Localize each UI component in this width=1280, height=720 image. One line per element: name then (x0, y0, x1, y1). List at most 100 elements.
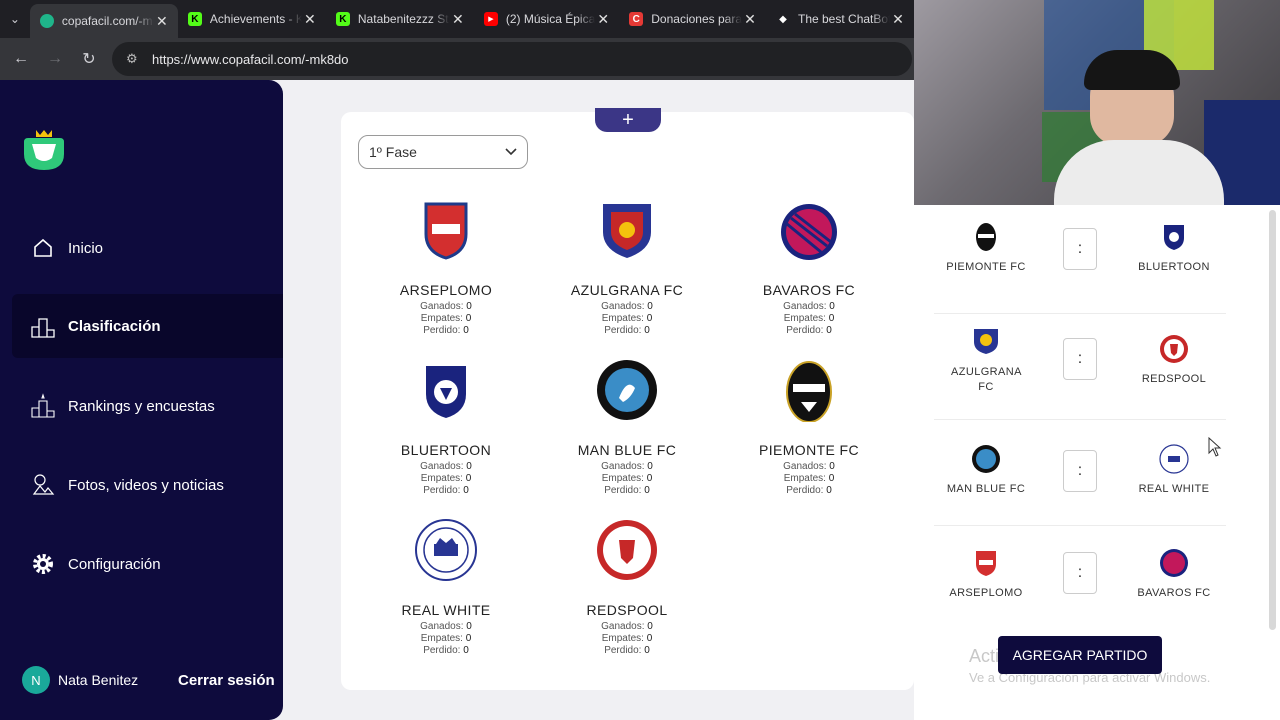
sidebar-item-clasificacion[interactable]: Clasificación (12, 294, 283, 358)
reload-icon[interactable]: ↻ (72, 42, 106, 76)
sidebar-item-label: Clasificación (68, 317, 161, 335)
tab-close-icon[interactable]: ✕ (450, 11, 466, 28)
team-name: REAL WHITE (401, 602, 491, 618)
sidebar-item-label: Inicio (68, 239, 104, 257)
away-team-name: REDSPOOL (1141, 373, 1207, 385)
redspool-crest-icon (1160, 335, 1188, 363)
real-white-crest-icon (415, 519, 477, 581)
arseplomo-crest-icon (424, 202, 468, 260)
team-card[interactable]: REDSPOOL Ganados: 0 Empates: 0 Perdido: … (542, 518, 712, 657)
team-name: ARSEPLOMO (399, 282, 493, 298)
team-card[interactable]: PIEMONTE FC Ganados: 0 Empates: 0 Perdid… (724, 358, 894, 497)
team-stats: Ganados: 0 Empates: 0 Perdido: 0 (783, 461, 835, 496)
tab-title: Achievements - Kick (209, 12, 302, 26)
browser-tab[interactable]: K Achievements - Kick ✕ (178, 0, 326, 38)
chevron-down-icon (505, 148, 517, 156)
user-name: Nata Benitez (58, 672, 139, 688)
youtube-favicon-icon: ▶ (483, 12, 498, 26)
address-bar[interactable]: ⚙ https://www.copafacil.com/-mk8do (112, 42, 912, 76)
home-icon (30, 235, 56, 261)
tab-close-icon[interactable]: ✕ (890, 11, 906, 28)
match-row[interactable]: PIEMONTE FC : BLUERTOON (934, 210, 1226, 314)
away-team-name: BAVAROS FC (1137, 587, 1211, 599)
browser-tab[interactable]: ▶ (2) Música Épica ✕ (474, 0, 619, 38)
team-name: AZULGRANA FC (570, 282, 684, 298)
phase-select[interactable]: 1º Fase (358, 135, 528, 169)
home-team-name: AZULGRANA FC (951, 366, 1022, 393)
team-card[interactable]: REAL WHITE Ganados: 0 Empates: 0 Perdido… (361, 518, 531, 657)
tab-title: Natabenitezzz Stream (357, 12, 450, 26)
match-row[interactable]: MAN BLUE FC : REAL WHITE (934, 422, 1226, 526)
tab-title: The best ChatBot (798, 12, 890, 26)
add-button[interactable]: + (595, 108, 661, 132)
team-name: BAVAROS FC (762, 282, 856, 298)
team-card[interactable]: MAN BLUE FC Ganados: 0 Empates: 0 Perdid… (542, 358, 712, 497)
copafacil-favicon-icon (39, 14, 54, 28)
score-box[interactable]: : (1063, 450, 1097, 492)
team-name: MAN BLUE FC (577, 442, 677, 458)
arseplomo-crest-icon (976, 551, 996, 576)
match-row[interactable]: ARSEPLOMO : BAVAROS FC (934, 528, 1226, 632)
score-box[interactable]: : (1063, 228, 1097, 270)
tab-close-icon[interactable]: ✕ (742, 11, 758, 28)
sidebar-item-label: Configuración (68, 555, 161, 573)
gear-icon (30, 551, 56, 577)
browser-tab[interactable]: copafacil.com/-mk8do ✕ (29, 4, 178, 38)
piemonte-crest-icon (786, 361, 832, 423)
sidebar-item-rankings[interactable]: Rankings y encuestas (12, 374, 283, 438)
home-team: AZULGRANA FC (936, 326, 1036, 395)
browser-toolbar: ← → ↻ ⚙ https://www.copafacil.com/-mk8do (0, 38, 914, 80)
team-card[interactable]: AZULGRANA FC Ganados: 0 Empates: 0 Perdi… (542, 198, 712, 337)
webcam-person-hair (1084, 50, 1180, 90)
away-team: BAVAROS FC (1124, 548, 1224, 599)
tab-title: Donaciones para (651, 12, 742, 26)
team-name: PIEMONTE FC (758, 442, 860, 458)
bavaros-crest-icon (781, 204, 837, 260)
team-card[interactable]: ARSEPLOMO Ganados: 0 Empates: 0 Perdido:… (361, 198, 531, 337)
media-icon (30, 472, 56, 498)
logout-button[interactable]: Cerrar sesión (178, 672, 275, 689)
team-stats: Ganados: 0 Empates: 0 Perdido: 0 (601, 301, 653, 336)
tab-close-icon[interactable]: ✕ (302, 11, 318, 28)
user-profile[interactable]: N Nata Benitez (22, 666, 138, 694)
away-team: BLUERTOON (1124, 222, 1224, 273)
home-team-name: MAN BLUE FC (946, 483, 1026, 495)
score-box[interactable]: : (1063, 338, 1097, 380)
site-settings-icon[interactable]: ⚙ (126, 51, 142, 67)
webcam-overlay (914, 0, 1280, 205)
home-team: MAN BLUE FC (936, 444, 1036, 495)
sidebar: Inicio Clasificación Rankings y encuesta… (0, 80, 283, 720)
sidebar-item-label: Rankings y encuestas (68, 397, 215, 415)
browser-tab[interactable]: C Donaciones para ✕ (619, 0, 766, 38)
bavaros-crest-icon (1160, 549, 1188, 577)
tab-title: copafacil.com/-mk8do (61, 14, 154, 28)
redspool-crest-icon (597, 520, 657, 580)
browser-tab[interactable]: ◆ The best ChatBot ✕ (766, 0, 914, 38)
team-name: BLUERTOON (400, 442, 492, 458)
score-box[interactable]: : (1063, 552, 1097, 594)
team-card[interactable]: BAVAROS FC Ganados: 0 Empates: 0 Perdido… (724, 198, 894, 337)
team-stats: Ganados: 0 Empates: 0 Perdido: 0 (783, 301, 835, 336)
team-stats: Ganados: 0 Empates: 0 Perdido: 0 (420, 461, 472, 496)
sidebar-item-fotos[interactable]: Fotos, videos y noticias (12, 453, 283, 517)
scrollbar[interactable] (1269, 210, 1276, 630)
browser-tab-bar: ⌄ copafacil.com/-mk8do ✕ K Achievements … (0, 0, 914, 38)
webcam-person-shirt (1054, 140, 1224, 205)
forward-arrow-icon[interactable]: → (38, 42, 72, 76)
back-arrow-icon[interactable]: ← (4, 42, 38, 76)
avatar: N (22, 666, 50, 694)
real-white-crest-icon (1159, 444, 1189, 474)
sidebar-item-inicio[interactable]: Inicio (12, 216, 283, 280)
match-row[interactable]: AZULGRANA FC : REDSPOOL (934, 316, 1226, 420)
kick-favicon-icon: K (335, 12, 350, 26)
add-match-button[interactable]: AGREGAR PARTIDO (998, 636, 1162, 674)
team-stats: Ganados: 0 Empates: 0 Perdido: 0 (601, 461, 653, 496)
chatbot-favicon-icon: ◆ (779, 13, 787, 25)
tab-search-icon[interactable]: ⌄ (0, 0, 30, 38)
team-card[interactable]: BLUERTOON Ganados: 0 Empates: 0 Perdido:… (361, 358, 531, 497)
team-name: REDSPOOL (586, 602, 668, 618)
tab-close-icon[interactable]: ✕ (595, 11, 611, 28)
sidebar-item-configuracion[interactable]: Configuración (12, 532, 283, 596)
tab-close-icon[interactable]: ✕ (154, 13, 170, 30)
browser-tab[interactable]: K Natabenitezzz Stream ✕ (326, 0, 474, 38)
